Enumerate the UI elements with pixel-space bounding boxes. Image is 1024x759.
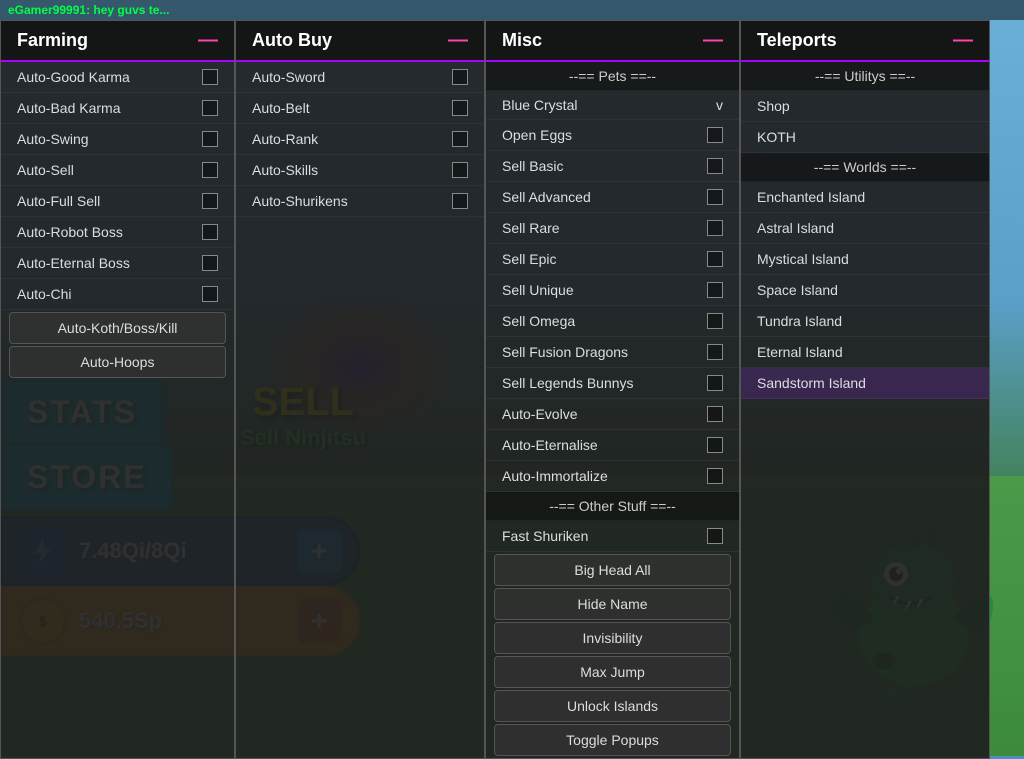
misc-other-item-1[interactable]: Big Head All: [494, 554, 731, 586]
misc-title: Misc: [502, 30, 542, 51]
teleport-world-5[interactable]: Eternal Island: [741, 337, 989, 368]
farming-item-0[interactable]: Auto-Good Karma: [1, 62, 234, 93]
misc-other-checkbox-0[interactable]: [707, 528, 723, 544]
misc-checkbox-top-5[interactable]: [707, 282, 723, 298]
autobuy-item-1[interactable]: Auto-Belt: [236, 93, 484, 124]
autobuy-panel: Auto Buy — Auto-SwordAuto-BeltAuto-RankA…: [235, 20, 485, 759]
teleport-world-3[interactable]: Space Island: [741, 275, 989, 306]
farming-item-6[interactable]: Auto-Eternal Boss: [1, 248, 234, 279]
teleports-utilities-section-header: --== Utilitys ==--: [741, 62, 989, 91]
teleport-utility-1[interactable]: KOTH: [741, 122, 989, 153]
farming-items-list: Auto-Good KarmaAuto-Bad KarmaAuto-SwingA…: [1, 62, 234, 378]
misc-other-item-2[interactable]: Hide Name: [494, 588, 731, 620]
autobuy-close-button[interactable]: —: [448, 29, 468, 52]
farming-item-3[interactable]: Auto-Sell: [1, 155, 234, 186]
teleport-utility-0[interactable]: Shop: [741, 91, 989, 122]
farming-item-7[interactable]: Auto-Chi: [1, 279, 234, 310]
autobuy-item-4[interactable]: Auto-Shurikens: [236, 186, 484, 217]
teleports-title: Teleports: [757, 30, 837, 51]
misc-top-item-8[interactable]: Sell Legends Bunnys: [486, 368, 739, 399]
misc-checkbox-top-6[interactable]: [707, 313, 723, 329]
misc-top-item-11[interactable]: Auto-Immortalize: [486, 461, 739, 492]
farming-header: Farming —: [1, 21, 234, 62]
farming-checkbox-6[interactable]: [202, 255, 218, 271]
misc-checkbox-top-9[interactable]: [707, 406, 723, 422]
farming-checkbox-7[interactable]: [202, 286, 218, 302]
misc-top-item-7[interactable]: Sell Fusion Dragons: [486, 337, 739, 368]
misc-top-item-9[interactable]: Auto-Evolve: [486, 399, 739, 430]
autobuy-item-0[interactable]: Auto-Sword: [236, 62, 484, 93]
top-bar: eGamer99991: hey guvs te...: [0, 0, 1024, 20]
farming-close-button[interactable]: —: [198, 29, 218, 52]
misc-close-button[interactable]: —: [703, 29, 723, 52]
farming-checkbox-0[interactable]: [202, 69, 218, 85]
misc-checkbox-top-4[interactable]: [707, 251, 723, 267]
misc-pets-section-header: --== Pets ==--: [486, 62, 739, 91]
misc-items-list: --== Pets ==--Blue CrystalvOpen EggsSell…: [486, 62, 739, 756]
misc-checkbox-top-7[interactable]: [707, 344, 723, 360]
misc-other-section-header: --== Other Stuff ==--: [486, 492, 739, 521]
misc-top-item-10[interactable]: Auto-Eternalise: [486, 430, 739, 461]
username-text: eGamer99991: hey guvs te...: [8, 3, 169, 17]
autobuy-checkbox-2[interactable]: [452, 131, 468, 147]
autobuy-item-3[interactable]: Auto-Skills: [236, 155, 484, 186]
farming-item-8[interactable]: Auto-Koth/Boss/Kill: [9, 312, 226, 344]
misc-checkbox-top-10[interactable]: [707, 437, 723, 453]
teleport-world-6[interactable]: Sandstorm Island: [741, 368, 989, 399]
teleport-world-2[interactable]: Mystical Island: [741, 244, 989, 275]
misc-checkbox-top-2[interactable]: [707, 189, 723, 205]
farming-checkbox-4[interactable]: [202, 193, 218, 209]
autobuy-items-list: Auto-SwordAuto-BeltAuto-RankAuto-SkillsA…: [236, 62, 484, 217]
misc-checkbox-top-3[interactable]: [707, 220, 723, 236]
misc-panel: Misc — --== Pets ==--Blue CrystalvOpen E…: [485, 20, 740, 759]
farming-panel: Farming — Auto-Good KarmaAuto-Bad KarmaA…: [0, 20, 235, 759]
misc-checkbox-top-0[interactable]: [707, 127, 723, 143]
teleport-world-1[interactable]: Astral Island: [741, 213, 989, 244]
autobuy-checkbox-3[interactable]: [452, 162, 468, 178]
misc-top-item-2[interactable]: Sell Advanced: [486, 182, 739, 213]
autobuy-checkbox-4[interactable]: [452, 193, 468, 209]
teleports-items-list: --== Utilitys ==--ShopKOTH--== Worlds ==…: [741, 62, 989, 399]
misc-checkbox-top-11[interactable]: [707, 468, 723, 484]
farming-item-9[interactable]: Auto-Hoops: [9, 346, 226, 378]
misc-top-item-0[interactable]: Open Eggs: [486, 120, 739, 151]
teleports-panel: Teleports — --== Utilitys ==--ShopKOTH--…: [740, 20, 990, 759]
farming-checkbox-2[interactable]: [202, 131, 218, 147]
autobuy-item-2[interactable]: Auto-Rank: [236, 124, 484, 155]
autobuy-title: Auto Buy: [252, 30, 332, 51]
misc-top-item-5[interactable]: Sell Unique: [486, 275, 739, 306]
farming-checkbox-5[interactable]: [202, 224, 218, 240]
misc-top-item-1[interactable]: Sell Basic: [486, 151, 739, 182]
misc-checkbox-top-1[interactable]: [707, 158, 723, 174]
teleports-close-button[interactable]: —: [953, 29, 973, 52]
teleports-worlds-section-header: --== Worlds ==--: [741, 153, 989, 182]
autobuy-header: Auto Buy —: [236, 21, 484, 62]
farming-item-1[interactable]: Auto-Bad Karma: [1, 93, 234, 124]
misc-other-item-4[interactable]: Max Jump: [494, 656, 731, 688]
misc-header: Misc —: [486, 21, 739, 62]
misc-other-item-5[interactable]: Unlock Islands: [494, 690, 731, 722]
misc-checkbox-top-8[interactable]: [707, 375, 723, 391]
farming-checkbox-1[interactable]: [202, 100, 218, 116]
autobuy-checkbox-0[interactable]: [452, 69, 468, 85]
teleport-world-0[interactable]: Enchanted Island: [741, 182, 989, 213]
misc-top-item-3[interactable]: Sell Rare: [486, 213, 739, 244]
autobuy-checkbox-1[interactable]: [452, 100, 468, 116]
farming-checkbox-3[interactable]: [202, 162, 218, 178]
misc-top-item-6[interactable]: Sell Omega: [486, 306, 739, 337]
menus-container: Farming — Auto-Good KarmaAuto-Bad KarmaA…: [0, 20, 990, 759]
teleport-world-4[interactable]: Tundra Island: [741, 306, 989, 337]
pet-selector[interactable]: Blue Crystalv: [486, 91, 739, 120]
misc-other-item-0[interactable]: Fast Shuriken: [486, 521, 739, 552]
misc-top-item-4[interactable]: Sell Epic: [486, 244, 739, 275]
farming-title: Farming: [17, 30, 88, 51]
misc-other-item-3[interactable]: Invisibility: [494, 622, 731, 654]
farming-item-5[interactable]: Auto-Robot Boss: [1, 217, 234, 248]
farming-item-2[interactable]: Auto-Swing: [1, 124, 234, 155]
misc-other-item-6[interactable]: Toggle Popups: [494, 724, 731, 756]
farming-item-4[interactable]: Auto-Full Sell: [1, 186, 234, 217]
teleports-header: Teleports —: [741, 21, 989, 62]
